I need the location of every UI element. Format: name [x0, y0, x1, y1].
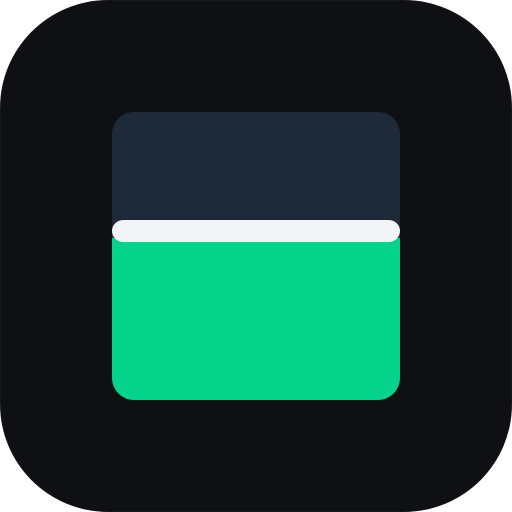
card-bottom-panel	[112, 238, 400, 400]
card-split-icon	[112, 112, 400, 400]
card-divider-bar	[112, 220, 400, 242]
app-icon[interactable]	[0, 0, 512, 512]
